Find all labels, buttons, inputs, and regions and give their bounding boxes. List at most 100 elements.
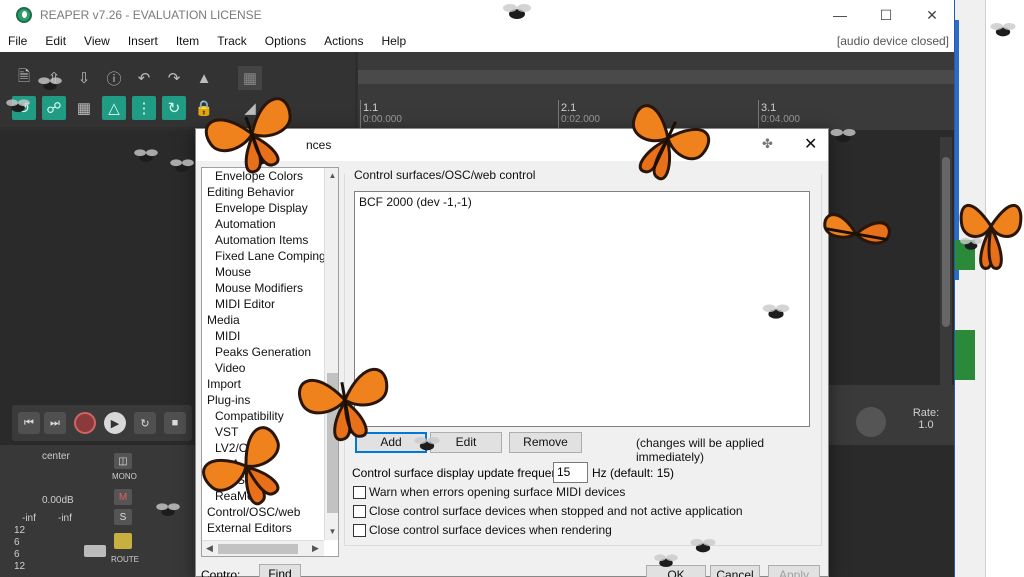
menu-view[interactable]: View [76, 34, 110, 48]
tree-item[interactable]: Mouse Modifiers [202, 280, 338, 296]
mute-button[interactable]: M [114, 489, 132, 505]
maximize-icon[interactable]: ☐ [863, 0, 909, 30]
menu-help[interactable]: Help [373, 34, 406, 48]
tree-item[interactable]: Fixed Lane Comping [202, 248, 338, 264]
tree-item[interactable]: External Editors [202, 520, 338, 536]
tree-item[interactable]: MIDI Editor [202, 296, 338, 312]
solo-button[interactable]: S [114, 509, 132, 525]
tree-item[interactable]: Compatibility [202, 408, 338, 424]
ripple-edit-icon[interactable]: ↺ [12, 96, 36, 120]
frequency-input[interactable]: 15 [553, 462, 588, 483]
dialog-close-icon[interactable]: ✕ [804, 134, 817, 154]
tree-item[interactable]: MIDI [202, 328, 338, 344]
lock-icon[interactable]: 🔒 [192, 96, 216, 120]
tree-item[interactable]: Video [202, 360, 338, 376]
minimize-icon[interactable]: — [817, 0, 863, 30]
tree-item[interactable]: LV2/CLAP [202, 440, 338, 456]
menu-options[interactable]: Options [257, 34, 306, 48]
auto-crossfade-icon[interactable]: ↻ [162, 96, 186, 120]
project-settings-icon[interactable]: ⓘ [102, 66, 126, 90]
fx-button[interactable] [114, 533, 132, 549]
stop-icon[interactable]: ■ [164, 412, 186, 434]
find-button[interactable]: Find [259, 564, 301, 577]
mono-button[interactable]: ◫ [114, 453, 132, 469]
go-to-start-icon[interactable]: ⏮ [18, 412, 40, 434]
find-input[interactable]: Contro: [201, 568, 240, 577]
redo-icon[interactable]: ↷ [162, 66, 186, 90]
pin-icon[interactable]: ✤ [762, 136, 773, 152]
tree-item[interactable]: ReaMote [202, 488, 338, 504]
tree-item[interactable]: Import [202, 376, 338, 392]
tree-item[interactable]: Automation Items [202, 232, 338, 248]
tree-item[interactable]: Control/OSC/web [202, 504, 338, 520]
trim-behind-icon[interactable]: ⋮ [132, 96, 156, 120]
apply-button[interactable]: Apply [768, 565, 820, 577]
volume-fader[interactable] [84, 545, 106, 557]
control-surface-list[interactable]: BCF 2000 (dev -1,-1) [354, 191, 810, 427]
cancel-button[interactable]: Cancel [710, 565, 760, 577]
go-to-end-icon[interactable]: ⏭ [44, 412, 66, 434]
menu-item[interactable]: Item [168, 34, 199, 48]
meter-scale-label: 6 [14, 537, 20, 548]
tree-item[interactable]: ReaScript [202, 472, 338, 488]
scroll-left-icon[interactable]: ◀ [206, 543, 213, 554]
menu-file[interactable]: File [0, 34, 27, 48]
repeat-icon[interactable]: ↻ [134, 412, 156, 434]
arrange-vertical-scrollbar[interactable] [940, 137, 952, 387]
tree-horizontal-scrollbar[interactable]: ◀ ▶ [202, 540, 324, 556]
snap-grid-icon[interactable]: ▦ [72, 96, 96, 120]
background-window [955, 0, 1024, 577]
tree-item[interactable]: Media [202, 312, 338, 328]
tree-item[interactable]: Mouse [202, 264, 338, 280]
envelope-points-icon[interactable]: △ [102, 96, 126, 120]
play-button[interactable]: ▶ [104, 412, 126, 434]
new-project-icon[interactable]: 🗎 [12, 66, 36, 90]
tree-hscroll-thumb[interactable] [218, 544, 298, 554]
menu-actions[interactable]: Actions [316, 34, 363, 48]
playrate-knob[interactable] [856, 407, 886, 437]
timeline-ruler[interactable]: 1.1 0:00.000 2.1 0:02.000 3.1 0:04.000 [358, 52, 954, 130]
checkbox[interactable] [353, 504, 366, 518]
tree-vertical-scrollbar[interactable]: ▲ ▼ [324, 168, 338, 540]
save-project-icon[interactable]: ⇩ [72, 66, 96, 90]
open-project-icon[interactable]: ⇧ [42, 66, 66, 90]
scroll-right-icon[interactable]: ▶ [312, 543, 319, 554]
option-close-when-rendering[interactable]: Close control surface devices when rende… [353, 523, 612, 537]
edit-cursor-icon[interactable]: ◢ [238, 96, 262, 120]
menu-insert[interactable]: Insert [120, 34, 158, 48]
close-icon[interactable]: ✕ [909, 0, 954, 30]
checkbox[interactable] [353, 523, 366, 537]
tree-item[interactable]: ARA [202, 456, 338, 472]
tree-item[interactable]: VST [202, 424, 338, 440]
scrollbar-thumb[interactable] [942, 157, 950, 327]
tree-item[interactable]: Envelope Colors [202, 168, 338, 184]
timeline-scrollbar[interactable] [358, 70, 954, 84]
list-item[interactable]: BCF 2000 (dev -1,-1) [355, 192, 809, 212]
option-close-when-inactive[interactable]: Close control surface devices when stopp… [353, 504, 743, 518]
ok-button[interactable]: OK [646, 565, 706, 577]
item-grouping-icon[interactable]: ☍ [42, 96, 66, 120]
tree-item[interactable]: Envelope Display [202, 200, 338, 216]
tree-item[interactable]: Automation [202, 216, 338, 232]
tree-item[interactable]: Peaks Generation [202, 344, 338, 360]
grid-toggle-icon[interactable]: ▦ [238, 66, 262, 90]
checkbox[interactable] [353, 485, 366, 499]
option-warn-midi-errors[interactable]: Warn when errors opening surface MIDI de… [353, 485, 625, 499]
tree-scrollbar-thumb[interactable] [327, 373, 338, 513]
add-button[interactable]: Add [355, 432, 427, 453]
ruler-marker: 3.1 0:04.000 [761, 102, 800, 125]
audio-device-status[interactable]: [audio device closed] [837, 34, 949, 48]
edit-button[interactable]: Edit [430, 432, 502, 453]
preferences-tree[interactable]: Envelope Colors Editing Behavior Envelope … [201, 167, 339, 557]
scroll-down-icon[interactable]: ▼ [325, 524, 338, 538]
menu-track[interactable]: Track [209, 34, 247, 48]
record-button[interactable] [74, 412, 96, 434]
scroll-up-icon[interactable]: ▲ [325, 168, 338, 182]
metronome-icon[interactable]: ▲ [192, 66, 216, 90]
tree-item[interactable]: Plug-ins [202, 392, 338, 408]
menu-edit[interactable]: Edit [37, 34, 66, 48]
undo-icon[interactable]: ↶ [132, 66, 156, 90]
remove-button[interactable]: Remove [509, 432, 582, 453]
rate-display[interactable]: Rate: 1.0 [906, 407, 946, 431]
tree-item[interactable]: Editing Behavior [202, 184, 338, 200]
